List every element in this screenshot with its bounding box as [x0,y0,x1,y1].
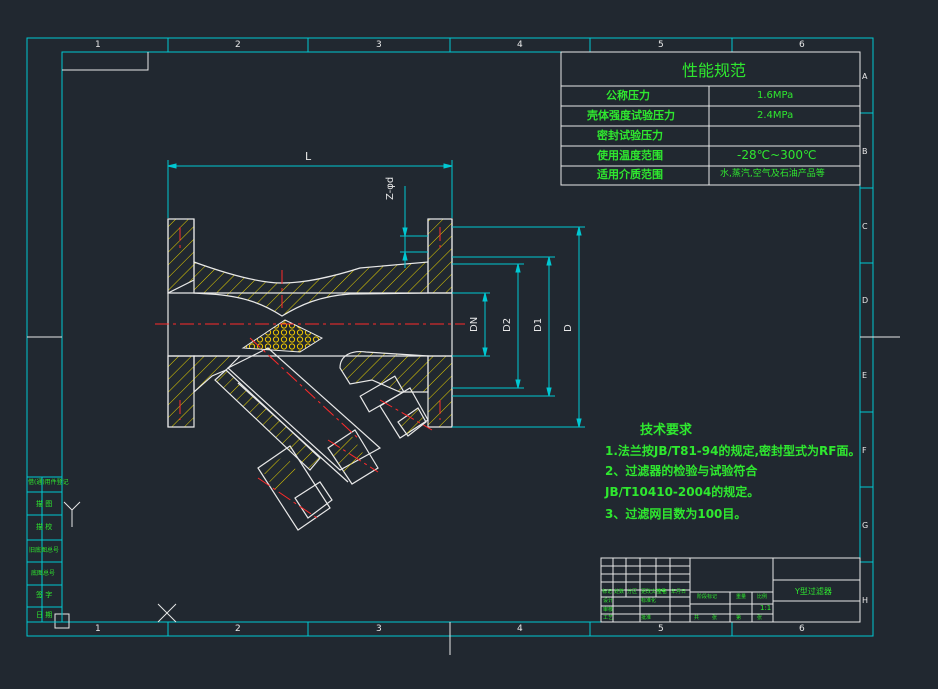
tb-label-count: 处数 [614,589,625,595]
zone-col-6-bottom: 6 [799,624,805,634]
title-block-scale: 1:1 [760,604,772,612]
tb-label-date: 年月日 [671,589,687,595]
tech-requirement-line-2: 2、过滤器的检验与试验符合 [605,464,758,478]
dim-label-dn: DN [469,316,480,332]
tb-label-zone: 分区 [627,589,638,595]
tb-label-sheet: 张 [757,615,763,621]
tb-label-ratio: 比例 [757,594,768,600]
zone-row-b: B [862,147,868,156]
side-label-trace-check: 描 校 [36,523,53,531]
spec-table-title: 性能规范 [682,61,747,80]
spec-label-shell-test-pressure: 壳体强度试验压力 [587,109,675,122]
spec-label-nominal-pressure: 公称压力 [606,89,650,102]
dim-label-d2: D2 [502,317,513,332]
side-label-base-number: 底图总号 [31,570,56,577]
zone-row-f: F [862,446,867,455]
tb-label-sheet-no: 第 [736,615,742,621]
zone-row-c: C [862,222,868,231]
tb-label-approve: 批准 [641,615,652,621]
dim-label-bolt-hole: Z-φd [385,176,396,200]
spec-value-medium: 水,蒸汽,空气及石油产品等 [720,169,825,179]
zone-col-6: 6 [799,40,805,50]
tb-label-sign: 签名 [657,589,668,595]
spec-label-temperature-range: 使用温度范围 [597,149,663,162]
zone-row-a: A [862,72,868,81]
title-block-drawing-name: Y型过滤器 [795,587,832,596]
zone-col-5: 5 [658,40,664,50]
side-label-signature: 签 字 [36,591,53,599]
side-label-date: 日 期 [36,611,53,619]
zone-col-4-bottom: 4 [517,624,523,634]
tb-label-review: 审核 [603,607,614,613]
zone-col-3-bottom: 3 [376,624,382,634]
zone-col-2: 2 [235,40,241,50]
spec-value-nominal-pressure: 1.6MPa [757,90,794,101]
side-label-registration: 借(通)用件登记 [28,479,69,486]
zone-col-1-bottom: 1 [95,624,101,634]
tb-label-total: 共 [694,615,700,621]
tb-label-weight: 重量 [736,594,747,600]
side-label-old-base-number: 旧底图总号 [29,547,60,554]
spec-value-shell-test-pressure: 2.4MPa [757,110,794,121]
tb-label-mark: 标记 [602,589,613,595]
tech-requirement-line-1: 1.法兰按JB/T81-94的规定,密封型式为RF面。 [605,444,861,458]
side-label-tracing: 描 图 [36,500,53,508]
zone-col-4: 4 [517,40,523,50]
spec-label-seal-test-pressure: 密封试验压力 [597,129,663,142]
dim-label-d1: D1 [533,317,544,332]
zone-col-1: 1 [95,40,101,50]
zone-row-e: E [862,371,868,380]
tech-requirement-line-4: 3、过滤网目数为100目。 [605,507,747,521]
zone-col-3: 3 [376,40,382,50]
tb-label-process: 工艺 [603,615,614,621]
spec-value-temperature-range: -28℃~300℃ [737,148,817,162]
spec-label-medium: 适用介质范围 [597,168,663,181]
dim-label-length: L [305,150,312,163]
text-layer: 1 2 3 4 5 6 1 2 3 4 5 6 A B C D E F G H … [0,0,938,689]
zone-col-2-bottom: 2 [235,624,241,634]
zone-row-g: G [862,521,869,530]
tb-label-standardization: 标准化 [641,598,657,604]
tb-label-design: 设计 [603,598,614,604]
tech-requirement-line-3: JB/T10410-2004的规定。 [605,485,760,499]
zone-col-5-bottom: 5 [658,624,664,634]
tb-label-stage-mark: 阶段标记 [697,594,718,600]
tb-label-sheets: 张 [712,615,718,621]
zone-row-d: D [862,296,869,305]
tech-requirements-title: 技术要求 [640,423,693,438]
dim-label-d: D [563,324,574,332]
zone-row-h: H [862,596,869,605]
